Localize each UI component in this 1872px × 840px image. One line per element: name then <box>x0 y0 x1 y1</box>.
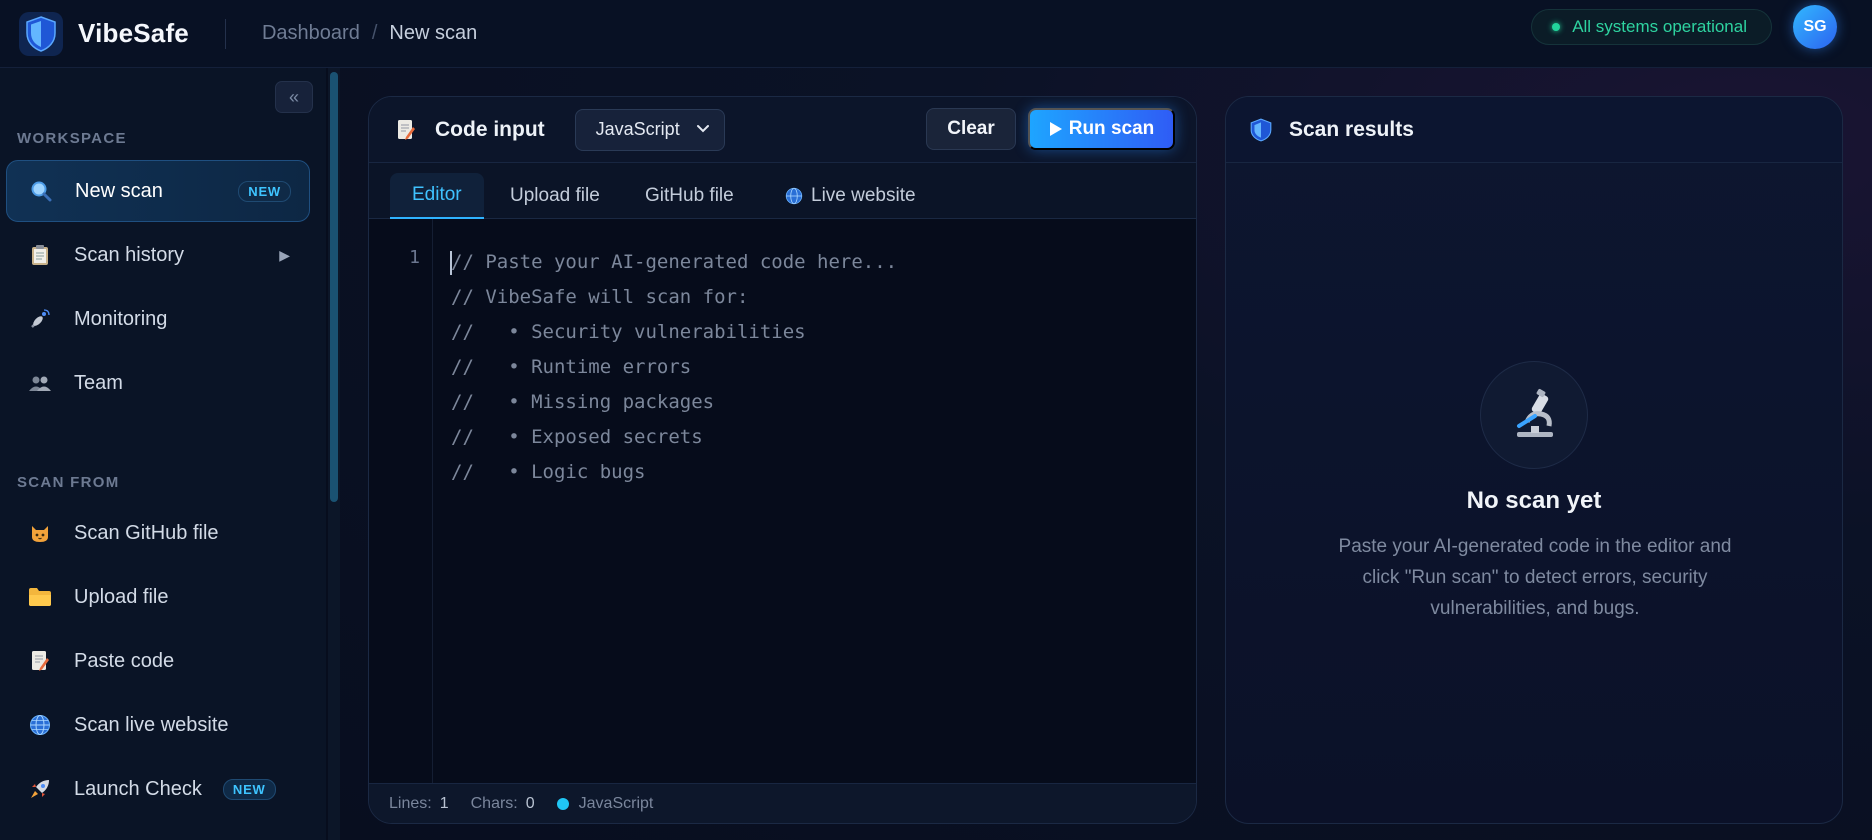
code-input-header: Code input JavaScript Clear Run scan <box>369 97 1196 163</box>
sidebar: « WORKSPACE New scan NEW Scan history ▶ … <box>0 68 326 840</box>
sidebar-item-scan-github-file[interactable]: Scan GitHub file <box>6 502 310 564</box>
placeholder-line: // • Security vulnerabilities <box>451 321 806 343</box>
expand-arrow-icon[interactable]: ▶ <box>279 247 290 264</box>
new-badge: NEW <box>222 778 276 800</box>
breadcrumb-current: New scan <box>389 22 478 44</box>
sidebar-item-launch-check[interactable]: Launch Check NEW <box>6 758 310 820</box>
breadcrumb-dashboard[interactable]: Dashboard <box>262 22 360 45</box>
lines-label: Lines: <box>389 794 432 812</box>
placeholder-line: // • Exposed secrets <box>451 426 703 448</box>
scan-results-header: Scan results <box>1226 97 1842 163</box>
scan-results-title: Scan results <box>1289 117 1414 141</box>
top-bar: VibeSafe Dashboard / New scan All system… <box>0 0 1872 68</box>
tab-label: Live website <box>811 185 916 206</box>
tab-live-website[interactable]: Live website <box>763 173 938 219</box>
sidebar-item-label: Monitoring <box>74 307 168 330</box>
tab-editor[interactable]: Editor <box>390 173 484 219</box>
line-number: 1 <box>409 247 420 268</box>
line-number-gutter: 1 <box>369 219 433 785</box>
collapse-sidebar-button[interactable]: « <box>275 81 313 113</box>
code-input-title: Code input <box>435 117 545 141</box>
chars-label: Chars: <box>470 794 518 812</box>
sidebar-item-label: Launch Check <box>74 777 202 800</box>
language-select-value: JavaScript <box>595 119 680 139</box>
run-scan-label: Run scan <box>1068 118 1155 139</box>
sidebar-item-label: Scan GitHub file <box>74 521 219 544</box>
language-select[interactable]: JavaScript <box>574 108 725 151</box>
editor-placeholder: // Paste your AI-generated code here... … <box>451 245 897 490</box>
empty-state-icon-wrap <box>1480 361 1588 469</box>
shield-icon <box>1250 118 1272 141</box>
sidebar-item-label: Paste code <box>74 649 175 672</box>
memo-icon <box>398 119 415 140</box>
input-tabs: Editor Upload file GitHub file Live webs… <box>369 163 1196 219</box>
code-input-panel: Code input JavaScript Clear Run scan Edi… <box>368 96 1197 824</box>
sidebar-item-new-scan[interactable]: New scan NEW <box>6 160 310 222</box>
breadcrumb-separator: / <box>371 22 378 44</box>
empty-state-description: Paste your AI-generated code in the edit… <box>1338 536 1732 619</box>
top-divider <box>224 18 226 49</box>
magnifier-icon <box>29 179 53 203</box>
system-status-badge[interactable]: All systems operational <box>1531 9 1772 45</box>
sidebar-item-label: Team <box>74 371 123 394</box>
scan-results-panel: Scan results No scan yet Paste your AI-g… <box>1225 96 1843 824</box>
user-avatar[interactable]: SG <box>1793 5 1837 49</box>
workspace-section-label: WORKSPACE <box>17 130 127 147</box>
play-icon <box>1049 122 1062 136</box>
breadcrumb: Dashboard / New scan <box>262 22 477 45</box>
people-icon <box>28 371 52 395</box>
cat-icon <box>28 521 52 545</box>
editor-status-bar: Lines: 1 Chars: 0 JavaScript <box>369 783 1196 823</box>
sidebar-item-upload-file[interactable]: Upload file <box>6 566 310 628</box>
scan-from-section-label: SCAN FROM <box>17 474 120 491</box>
chars-count: 0 <box>525 794 535 812</box>
status-language: JavaScript <box>578 794 654 812</box>
sidebar-item-label: Scan live website <box>74 713 229 736</box>
microscope-icon <box>1517 388 1553 437</box>
globe-icon <box>28 713 52 737</box>
chevron-down-icon <box>696 124 709 132</box>
run-scan-button[interactable]: Run scan <box>1028 108 1175 150</box>
placeholder-line: // • Logic bugs <box>451 461 646 483</box>
clipboard-icon <box>28 243 52 267</box>
code-editor[interactable]: 1 // Paste your AI-generated code here..… <box>369 219 1196 785</box>
rocket-icon <box>28 777 52 801</box>
sidebar-item-label: Upload file <box>74 585 169 608</box>
folder-icon <box>28 585 52 609</box>
clear-button[interactable]: Clear <box>926 108 1016 150</box>
satellite-icon <box>28 307 52 331</box>
app-name: VibeSafe <box>78 18 189 48</box>
shield-logo-icon <box>19 11 63 56</box>
sidebar-scrollbar-thumb[interactable] <box>330 72 338 502</box>
placeholder-line: // • Runtime errors <box>451 356 692 378</box>
sidebar-item-monitoring[interactable]: Monitoring <box>6 288 310 350</box>
globe-icon <box>785 187 803 205</box>
system-status-text: All systems operational <box>1572 17 1747 36</box>
memo-icon <box>28 649 52 673</box>
sidebar-item-scan-history[interactable]: Scan history ▶ <box>6 224 310 286</box>
new-badge: NEW <box>238 180 291 202</box>
brand[interactable]: VibeSafe <box>18 11 189 57</box>
sidebar-item-team[interactable]: Team <box>6 352 310 414</box>
empty-state-title: No scan yet <box>1466 487 1602 514</box>
status-dot-icon <box>1552 23 1561 31</box>
lines-count: 1 <box>439 794 449 812</box>
tab-upload-file[interactable]: Upload file <box>488 173 622 219</box>
placeholder-line: // Paste your AI-generated code here... <box>451 251 898 273</box>
placeholder-line: // • Missing packages <box>451 391 715 413</box>
placeholder-line: // VibeSafe will scan for: <box>451 286 749 308</box>
tab-github-file[interactable]: GitHub file <box>623 173 756 219</box>
sidebar-item-paste-code[interactable]: Paste code <box>6 630 310 692</box>
sidebar-item-scan-live-website[interactable]: Scan live website <box>6 694 310 756</box>
sidebar-item-label: New scan <box>75 179 163 202</box>
sidebar-scrollbar[interactable] <box>328 68 340 840</box>
language-dot-icon <box>556 797 569 810</box>
sidebar-item-label: Scan history <box>74 243 185 266</box>
